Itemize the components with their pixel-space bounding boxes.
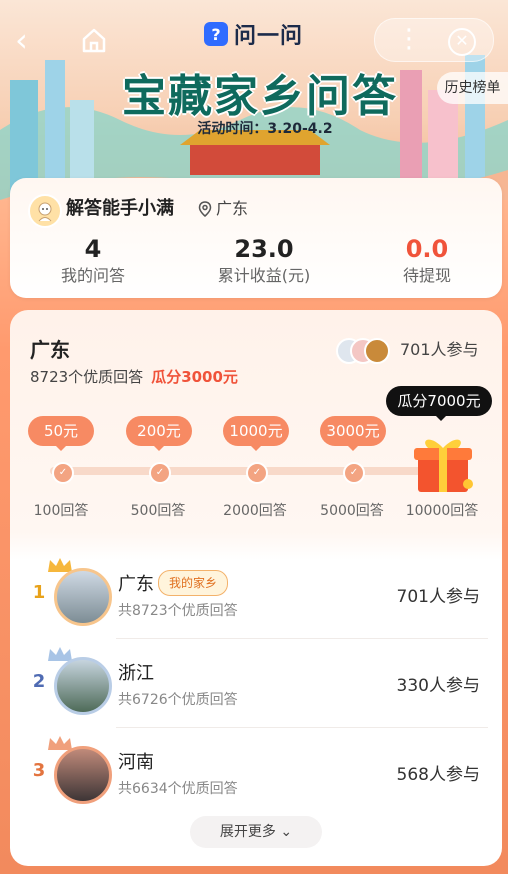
- region-name: 广东: [118, 574, 154, 595]
- user-avatar: [28, 194, 62, 228]
- stat-label: 待提现: [402, 266, 451, 285]
- ranking-row[interactable]: 1 广东 我的家乡 共8723个优质回答 701人参与: [28, 552, 486, 638]
- region-participants: 330人参与: [396, 676, 480, 696]
- milestone-target: 100回答: [33, 503, 89, 519]
- participant-count: 701人参与: [400, 340, 479, 359]
- check-icon: ✓: [343, 462, 365, 484]
- gift-box-icon: [414, 439, 473, 492]
- region-photo: [54, 568, 112, 626]
- top-prize-tooltip: 瓜分7000元: [386, 386, 492, 421]
- ranking-row[interactable]: 2 浙江 共6726个优质回答 330人参与: [28, 641, 486, 727]
- history-ranking-button[interactable]: 历史榜单: [437, 72, 508, 104]
- region-photo: [54, 657, 112, 715]
- milestone-target: 10000回答: [405, 503, 479, 519]
- stat-value: 0.0: [405, 235, 449, 263]
- stat-total-earnings[interactable]: 23.0 累计收益(元): [189, 234, 339, 288]
- region-name: 广东: [30, 338, 70, 362]
- avatar-icon: [38, 202, 52, 222]
- location-pin-icon: [198, 201, 212, 217]
- stat-my-answers[interactable]: 4 我的问答: [18, 234, 168, 288]
- back-icon[interactable]: ‹: [15, 24, 41, 56]
- expand-more-button[interactable]: 展开更多 ⌄: [190, 816, 322, 848]
- milestone-target: 5000回答: [320, 503, 384, 519]
- stat-label: 累计收益(元): [217, 266, 311, 285]
- more-icon[interactable]: ⋮: [396, 26, 422, 54]
- milestone-reward: 200元: [126, 416, 192, 451]
- region-participants: 701人参与: [396, 587, 480, 607]
- my-hometown-tag: 我的家乡: [158, 570, 229, 596]
- divider: [116, 727, 488, 728]
- user-location: 广东: [198, 194, 248, 224]
- close-icon[interactable]: ✕: [448, 28, 476, 56]
- ranking-row[interactable]: 3 河南 共6634个优质回答 568人参与: [28, 730, 486, 816]
- progress-track: [50, 467, 430, 475]
- quality-count: 8723个优质回答: [30, 368, 144, 386]
- rank-number: 2: [32, 671, 46, 692]
- participant-avatar: [364, 338, 390, 364]
- divider: [116, 638, 488, 639]
- region-photo: [54, 746, 112, 804]
- stat-label: 我的问答: [60, 266, 125, 285]
- milestone-reward: 50元: [28, 416, 94, 451]
- milestone-target: 500回答: [130, 503, 186, 519]
- app-name: 问一问: [234, 24, 304, 49]
- miniapp-capsule: [374, 18, 494, 62]
- region-answers: 共6634个优质回答: [118, 781, 238, 797]
- app-logo: ? 问一问: [204, 20, 304, 49]
- stat-value: 23.0: [234, 235, 294, 263]
- home-icon[interactable]: [80, 26, 108, 54]
- activity-time: 活动时间：3.20-4.2: [197, 121, 333, 137]
- check-icon: ✓: [149, 462, 171, 484]
- user-location-label: 广东: [216, 199, 249, 218]
- stat-value: 4: [84, 235, 102, 263]
- milestone-target: 2000回答: [223, 503, 287, 519]
- page-title: 宝藏家乡问答: [122, 71, 398, 122]
- milestone-reward: 3000元: [320, 416, 386, 451]
- region-name: 河南: [118, 752, 154, 773]
- check-icon: ✓: [52, 462, 74, 484]
- app-logo-mark: ?: [204, 22, 228, 46]
- rank-number: 3: [32, 760, 46, 781]
- region-answers: 共8723个优质回答: [118, 603, 238, 619]
- milestone-reward: 1000元: [223, 416, 289, 451]
- region-name: 浙江: [118, 663, 154, 684]
- check-icon: ✓: [246, 462, 268, 484]
- region-answers: 共6726个优质回答: [118, 692, 238, 708]
- rank-number: 1: [32, 582, 46, 603]
- user-name: 解答能手小满: [66, 198, 174, 219]
- region-quality: 8723个优质回答 瓜分3000元: [30, 366, 238, 387]
- prize-pool: 瓜分3000元: [151, 368, 238, 386]
- region-participants: 568人参与: [396, 765, 480, 785]
- stat-pending-withdrawal[interactable]: 0.0 待提现: [352, 234, 502, 288]
